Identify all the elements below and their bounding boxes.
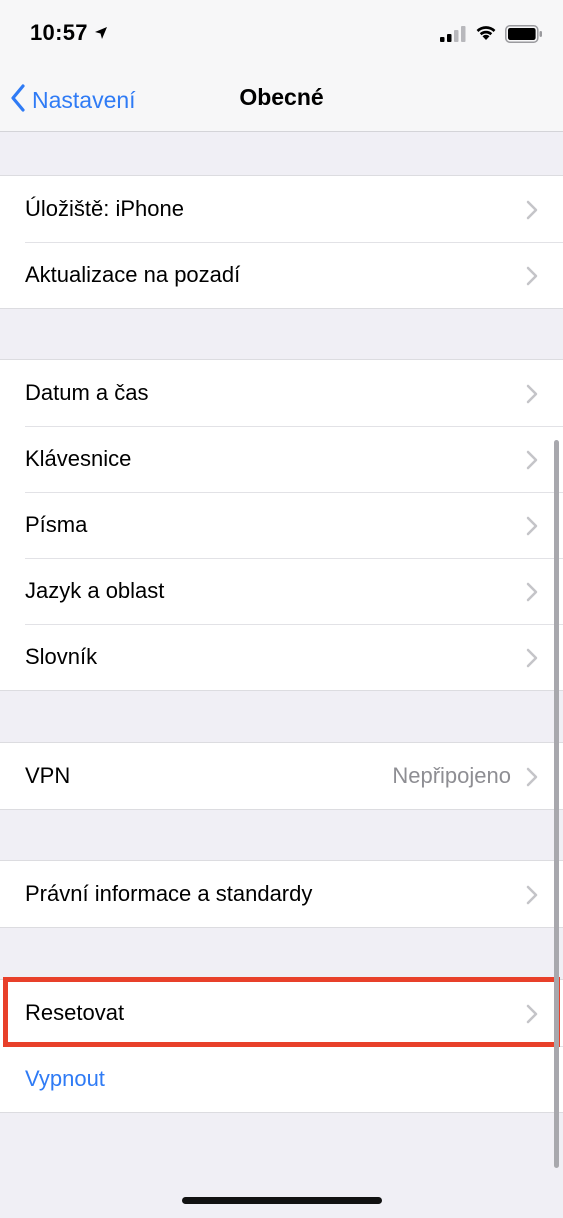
row-language-region[interactable]: Jazyk a oblast bbox=[0, 558, 563, 624]
settings-group-storage: Úložiště: iPhone Aktualizace na pozadí bbox=[0, 175, 563, 309]
row-reset[interactable]: Resetovat bbox=[0, 980, 563, 1046]
row-dictionary[interactable]: Slovník bbox=[0, 624, 563, 690]
chevron-right-icon bbox=[526, 516, 538, 541]
row-label: Resetovat bbox=[25, 1000, 125, 1025]
back-button[interactable]: Nastavení bbox=[10, 82, 136, 118]
row-label: VPN bbox=[25, 763, 71, 788]
row-label: Jazyk a oblast bbox=[25, 578, 165, 603]
cellular-signal-icon bbox=[440, 26, 468, 42]
settings-group-reset: Resetovat Vypnout bbox=[0, 979, 563, 1113]
row-keyboard[interactable]: Klávesnice bbox=[0, 426, 563, 492]
back-button-label: Nastavení bbox=[32, 86, 136, 113]
vpn-status-value: Nepřipojeno bbox=[392, 763, 511, 788]
settings-group-legal: Právní informace a standardy bbox=[0, 860, 563, 928]
scroll-indicator[interactable] bbox=[554, 440, 559, 1168]
row-vpn[interactable]: VPN Nepřipojeno bbox=[0, 743, 563, 809]
status-time: 10:57 bbox=[30, 20, 88, 45]
row-fonts[interactable]: Písma bbox=[0, 492, 563, 558]
chevron-right-icon bbox=[526, 200, 538, 225]
chevron-left-icon bbox=[10, 83, 26, 117]
chevron-right-icon bbox=[526, 582, 538, 607]
status-bar: 10:57 bbox=[0, 0, 563, 70]
settings-group-locale: Datum a čas Klávesnice Písma Jazyk a obl… bbox=[0, 359, 563, 691]
row-label: Slovník bbox=[25, 644, 98, 669]
row-shut-down[interactable]: Vypnout bbox=[0, 1046, 563, 1112]
row-label: Klávesnice bbox=[25, 446, 132, 471]
row-iphone-storage[interactable]: Úložiště: iPhone bbox=[0, 176, 563, 242]
chevron-right-icon bbox=[526, 384, 538, 409]
battery-icon bbox=[505, 25, 543, 48]
row-background-refresh[interactable]: Aktualizace na pozadí bbox=[0, 242, 563, 308]
chevron-right-icon bbox=[526, 885, 538, 910]
row-legal-regulatory[interactable]: Právní informace a standardy bbox=[0, 861, 563, 927]
chevron-right-icon bbox=[526, 450, 538, 475]
shut-down-link: Vypnout bbox=[25, 1066, 105, 1091]
wifi-icon bbox=[474, 23, 498, 46]
location-arrow-icon bbox=[94, 26, 108, 45]
row-label: Právní informace a standardy bbox=[25, 881, 313, 906]
navigation-bar: Obecné Nastavení bbox=[0, 70, 563, 132]
chevron-right-icon bbox=[526, 1004, 538, 1029]
row-label: Písma bbox=[25, 512, 88, 537]
chevron-right-icon bbox=[526, 266, 538, 291]
row-date-time[interactable]: Datum a čas bbox=[0, 360, 563, 426]
row-label: Úložiště: iPhone bbox=[25, 196, 184, 221]
row-label: Aktualizace na pozadí bbox=[25, 262, 241, 287]
settings-group-vpn: VPN Nepřipojeno bbox=[0, 742, 563, 810]
chevron-right-icon bbox=[526, 767, 538, 792]
row-label: Datum a čas bbox=[25, 380, 149, 405]
home-indicator[interactable] bbox=[182, 1197, 382, 1204]
chevron-right-icon bbox=[526, 648, 538, 673]
